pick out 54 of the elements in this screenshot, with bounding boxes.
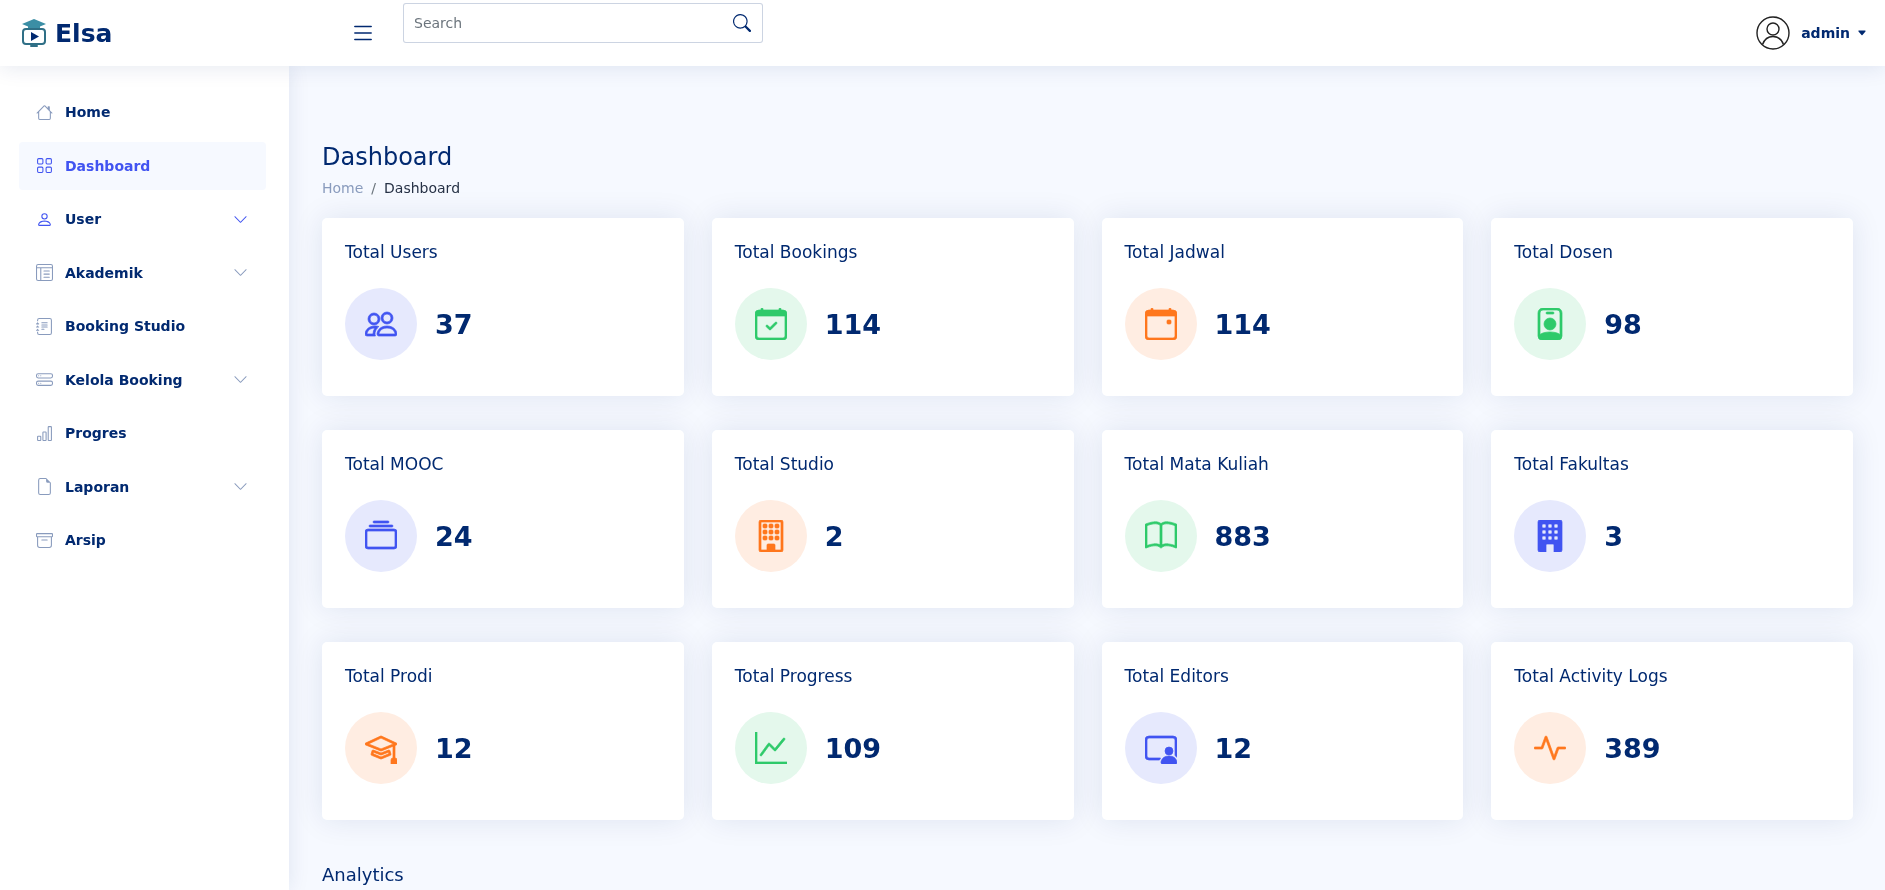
stat-value: 114 xyxy=(824,308,882,340)
card-title: Total Mata Kuliah xyxy=(1124,453,1270,475)
server-stack-icon xyxy=(36,371,53,388)
page-title: Dashboard xyxy=(322,143,454,172)
search-field[interactable]: Search xyxy=(403,3,763,43)
card-title: Total Activity Logs xyxy=(1514,665,1669,687)
search-icon xyxy=(733,14,751,32)
search-button[interactable] xyxy=(733,14,751,32)
brand-name: Elsa xyxy=(55,18,113,48)
caret-icon xyxy=(1857,28,1867,38)
stat-value: 37 xyxy=(435,308,473,340)
card-title: Total Prodi xyxy=(345,665,434,687)
bar-chart-icon xyxy=(36,424,53,442)
sidebar-item[interactable]: Home xyxy=(19,88,266,136)
stat-value: 24 xyxy=(435,520,473,552)
stat-value: 883 xyxy=(1214,520,1271,552)
card-title: Total Studio xyxy=(734,453,835,475)
notebook-icon xyxy=(36,317,53,335)
file-icon xyxy=(36,478,53,495)
card-title: Total Jadwal xyxy=(1124,241,1226,263)
card-title: Total Users xyxy=(345,241,439,263)
archive-icon xyxy=(36,531,53,549)
sidebar-item[interactable]: Kelola Booking xyxy=(19,355,266,404)
stat-value: 109 xyxy=(824,732,882,764)
stat-value: 389 xyxy=(1604,732,1661,764)
grid-icon xyxy=(36,157,53,174)
card-title: Total Editors xyxy=(1124,665,1230,687)
breadcrumb-separator: / xyxy=(371,179,377,197)
stat-value: 114 xyxy=(1214,308,1271,340)
sidebar-item[interactable]: Progres xyxy=(19,409,266,457)
section-title: Analytics xyxy=(322,864,405,886)
sidebar-item[interactable]: Dashboard xyxy=(19,141,266,190)
logo-icon xyxy=(21,18,47,48)
sidebar-item[interactable]: Booking Studio xyxy=(19,302,266,350)
person-icon xyxy=(36,210,53,228)
card-title: Total Progress xyxy=(734,665,854,687)
avatar-icon xyxy=(1756,16,1791,50)
stat-value: 12 xyxy=(435,732,473,764)
stat-value: 12 xyxy=(1214,732,1253,764)
sidebar-item[interactable]: Arsip xyxy=(19,516,266,564)
card-title: Total Dosen xyxy=(1514,241,1614,263)
stat-value: 2 xyxy=(824,520,844,552)
breadcrumb-current: Dashboard xyxy=(384,179,461,197)
sidebar-item[interactable]: User xyxy=(19,195,266,243)
card-title: Total MOOC xyxy=(345,453,445,475)
text-window-icon xyxy=(36,264,53,281)
stat-value: 3 xyxy=(1604,520,1624,552)
sidebar-item[interactable]: Laporan xyxy=(19,462,266,511)
card-title: Total Fakultas xyxy=(1514,453,1630,475)
stat-value: 98 xyxy=(1604,308,1642,340)
card-title: Total Bookings xyxy=(734,241,859,263)
sidebar-item[interactable]: Akademik xyxy=(19,248,266,297)
profile-menu[interactable]: admin xyxy=(1756,16,1867,50)
house-icon xyxy=(36,103,53,121)
